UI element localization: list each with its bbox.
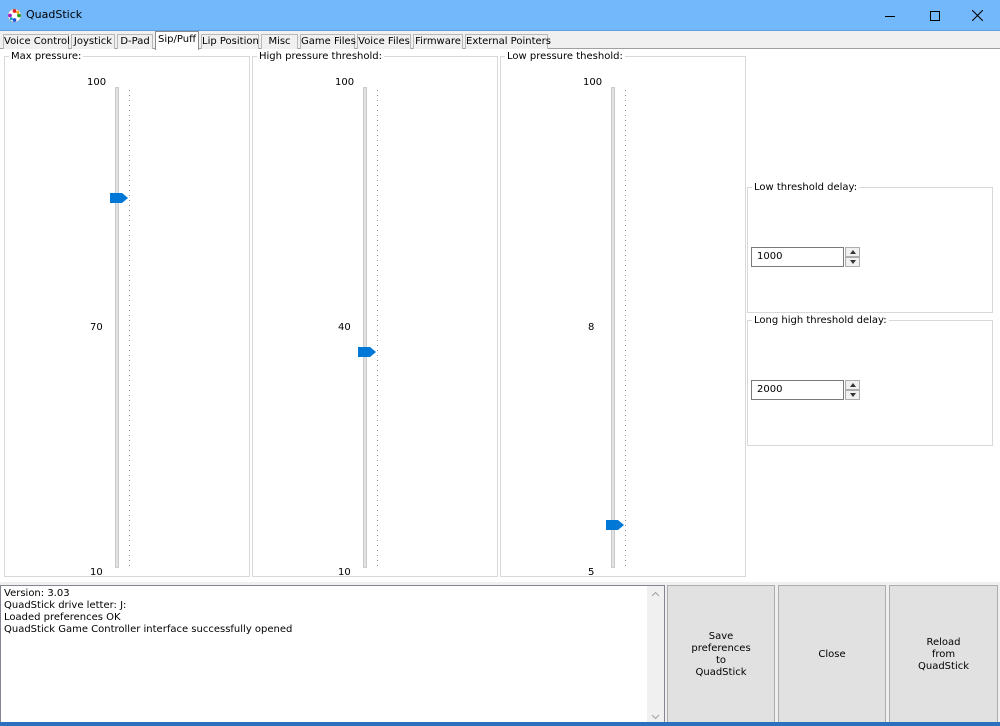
log-scrollbar[interactable] — [647, 586, 664, 725]
spin-up-button[interactable] — [845, 380, 860, 390]
title-bar: QuadStick — [0, 0, 1000, 31]
high-pressure-threshold-group: High pressure threshold: 100 40 10 — [252, 51, 498, 578]
slider-top-label: 100 — [335, 77, 355, 88]
low-threshold-delay-group: Low threshold delay: 1000 — [747, 182, 993, 313]
save-preferences-button[interactable]: Save preferences to QuadStick — [667, 585, 775, 724]
tab-sip-puff[interactable]: Sip/Puff — [155, 31, 199, 50]
max-pressure-group: Max pressure: 100 70 10 — [4, 51, 250, 578]
high-pressure-threshold-legend: High pressure threshold: — [259, 51, 382, 62]
window-title: QuadStick — [26, 8, 83, 21]
log-line: Loaded preferences OK — [4, 612, 121, 623]
slider-mid-label: 40 — [338, 322, 351, 333]
spin-down-button[interactable] — [845, 390, 860, 400]
slider-bottom-label: 5 — [588, 567, 595, 578]
low-threshold-delay-legend: Low threshold delay: — [754, 182, 858, 193]
close-icon — [972, 10, 983, 21]
close-button[interactable]: Close — [778, 585, 886, 724]
low-threshold-delay-spinner — [845, 247, 860, 267]
tab-voice-files[interactable]: Voice Files — [357, 34, 411, 49]
minimize-button[interactable] — [867, 0, 912, 31]
slider-tick-marks — [129, 90, 130, 568]
long-high-threshold-delay-spinner — [845, 380, 860, 400]
taskbar-edge — [0, 722, 1000, 726]
spin-up-button[interactable] — [845, 247, 860, 257]
low-pressure-threshold-group: Low pressure theshold: 100 8 5 — [500, 51, 746, 578]
arrow-up-icon — [849, 250, 856, 254]
status-log[interactable]: Version: 3.03 QuadStick drive letter: J:… — [0, 585, 665, 726]
reload-from-quadstick-button[interactable]: Reload from QuadStick — [889, 585, 998, 724]
slider-mid-label: 70 — [90, 322, 103, 333]
low-threshold-delay-input[interactable]: 1000 — [751, 247, 844, 267]
tab-d-pad[interactable]: D-Pad — [117, 34, 153, 49]
low-pressure-slider-thumb[interactable] — [606, 520, 624, 530]
close-window-button[interactable] — [955, 0, 1000, 31]
tab-misc[interactable]: Misc — [261, 34, 298, 49]
low-pressure-slider-track[interactable] — [611, 87, 615, 568]
slider-top-label: 100 — [87, 77, 107, 88]
tab-lip-position[interactable]: Lip Position — [201, 34, 259, 49]
arrow-down-icon — [849, 260, 856, 264]
slider-top-label: 100 — [583, 77, 603, 88]
spin-down-button[interactable] — [845, 257, 860, 267]
quadstick-logo-icon — [7, 8, 22, 23]
slider-tick-marks — [377, 90, 378, 568]
slider-bottom-label: 10 — [90, 567, 103, 578]
max-pressure-slider-track[interactable] — [115, 87, 119, 568]
long-high-threshold-delay-group: Long high threshold delay: 2000 — [747, 315, 993, 446]
maximize-button[interactable] — [912, 0, 957, 31]
reload-label: Reload from QuadStick — [917, 636, 970, 672]
tab-strip: Voice Control Joystick D-Pad Sip/Puff Li… — [0, 31, 1000, 50]
high-pressure-slider-thumb[interactable] — [358, 347, 376, 357]
log-line: QuadStick Game Controller interface succ… — [4, 624, 293, 635]
tab-joystick[interactable]: Joystick — [71, 34, 115, 49]
low-pressure-threshold-legend: Low pressure theshold: — [507, 51, 623, 62]
close-label: Close — [818, 648, 846, 660]
arrow-down-icon — [849, 393, 856, 397]
slider-tick-marks — [625, 90, 626, 568]
log-line: QuadStick drive letter: J: — [4, 600, 127, 611]
sip-puff-panel: Max pressure: 100 70 10 High pressure th… — [0, 49, 1000, 582]
slider-mid-label: 8 — [588, 322, 595, 333]
maximize-icon — [929, 10, 940, 21]
tab-external-pointers[interactable]: External Pointers — [465, 34, 551, 49]
log-lines: Version: 3.03 QuadStick drive letter: J:… — [2, 588, 292, 636]
max-pressure-legend: Max pressure: — [11, 51, 82, 62]
tab-game-files[interactable]: Game Files — [300, 34, 356, 49]
scroll-up-icon[interactable] — [647, 586, 664, 603]
log-line: Version: 3.03 — [4, 588, 70, 599]
tab-voice-control[interactable]: Voice Control — [3, 34, 70, 49]
long-high-threshold-delay-legend: Long high threshold delay: — [754, 315, 887, 326]
max-pressure-slider-thumb[interactable] — [110, 193, 128, 203]
high-pressure-slider-track[interactable] — [363, 87, 367, 568]
tab-firmware[interactable]: Firmware — [413, 34, 463, 49]
minimize-icon — [884, 15, 895, 17]
slider-bottom-label: 10 — [338, 567, 351, 578]
arrow-up-icon — [849, 383, 856, 387]
save-preferences-label: Save preferences to QuadStick — [691, 630, 751, 678]
long-high-threshold-delay-input[interactable]: 2000 — [751, 380, 844, 400]
